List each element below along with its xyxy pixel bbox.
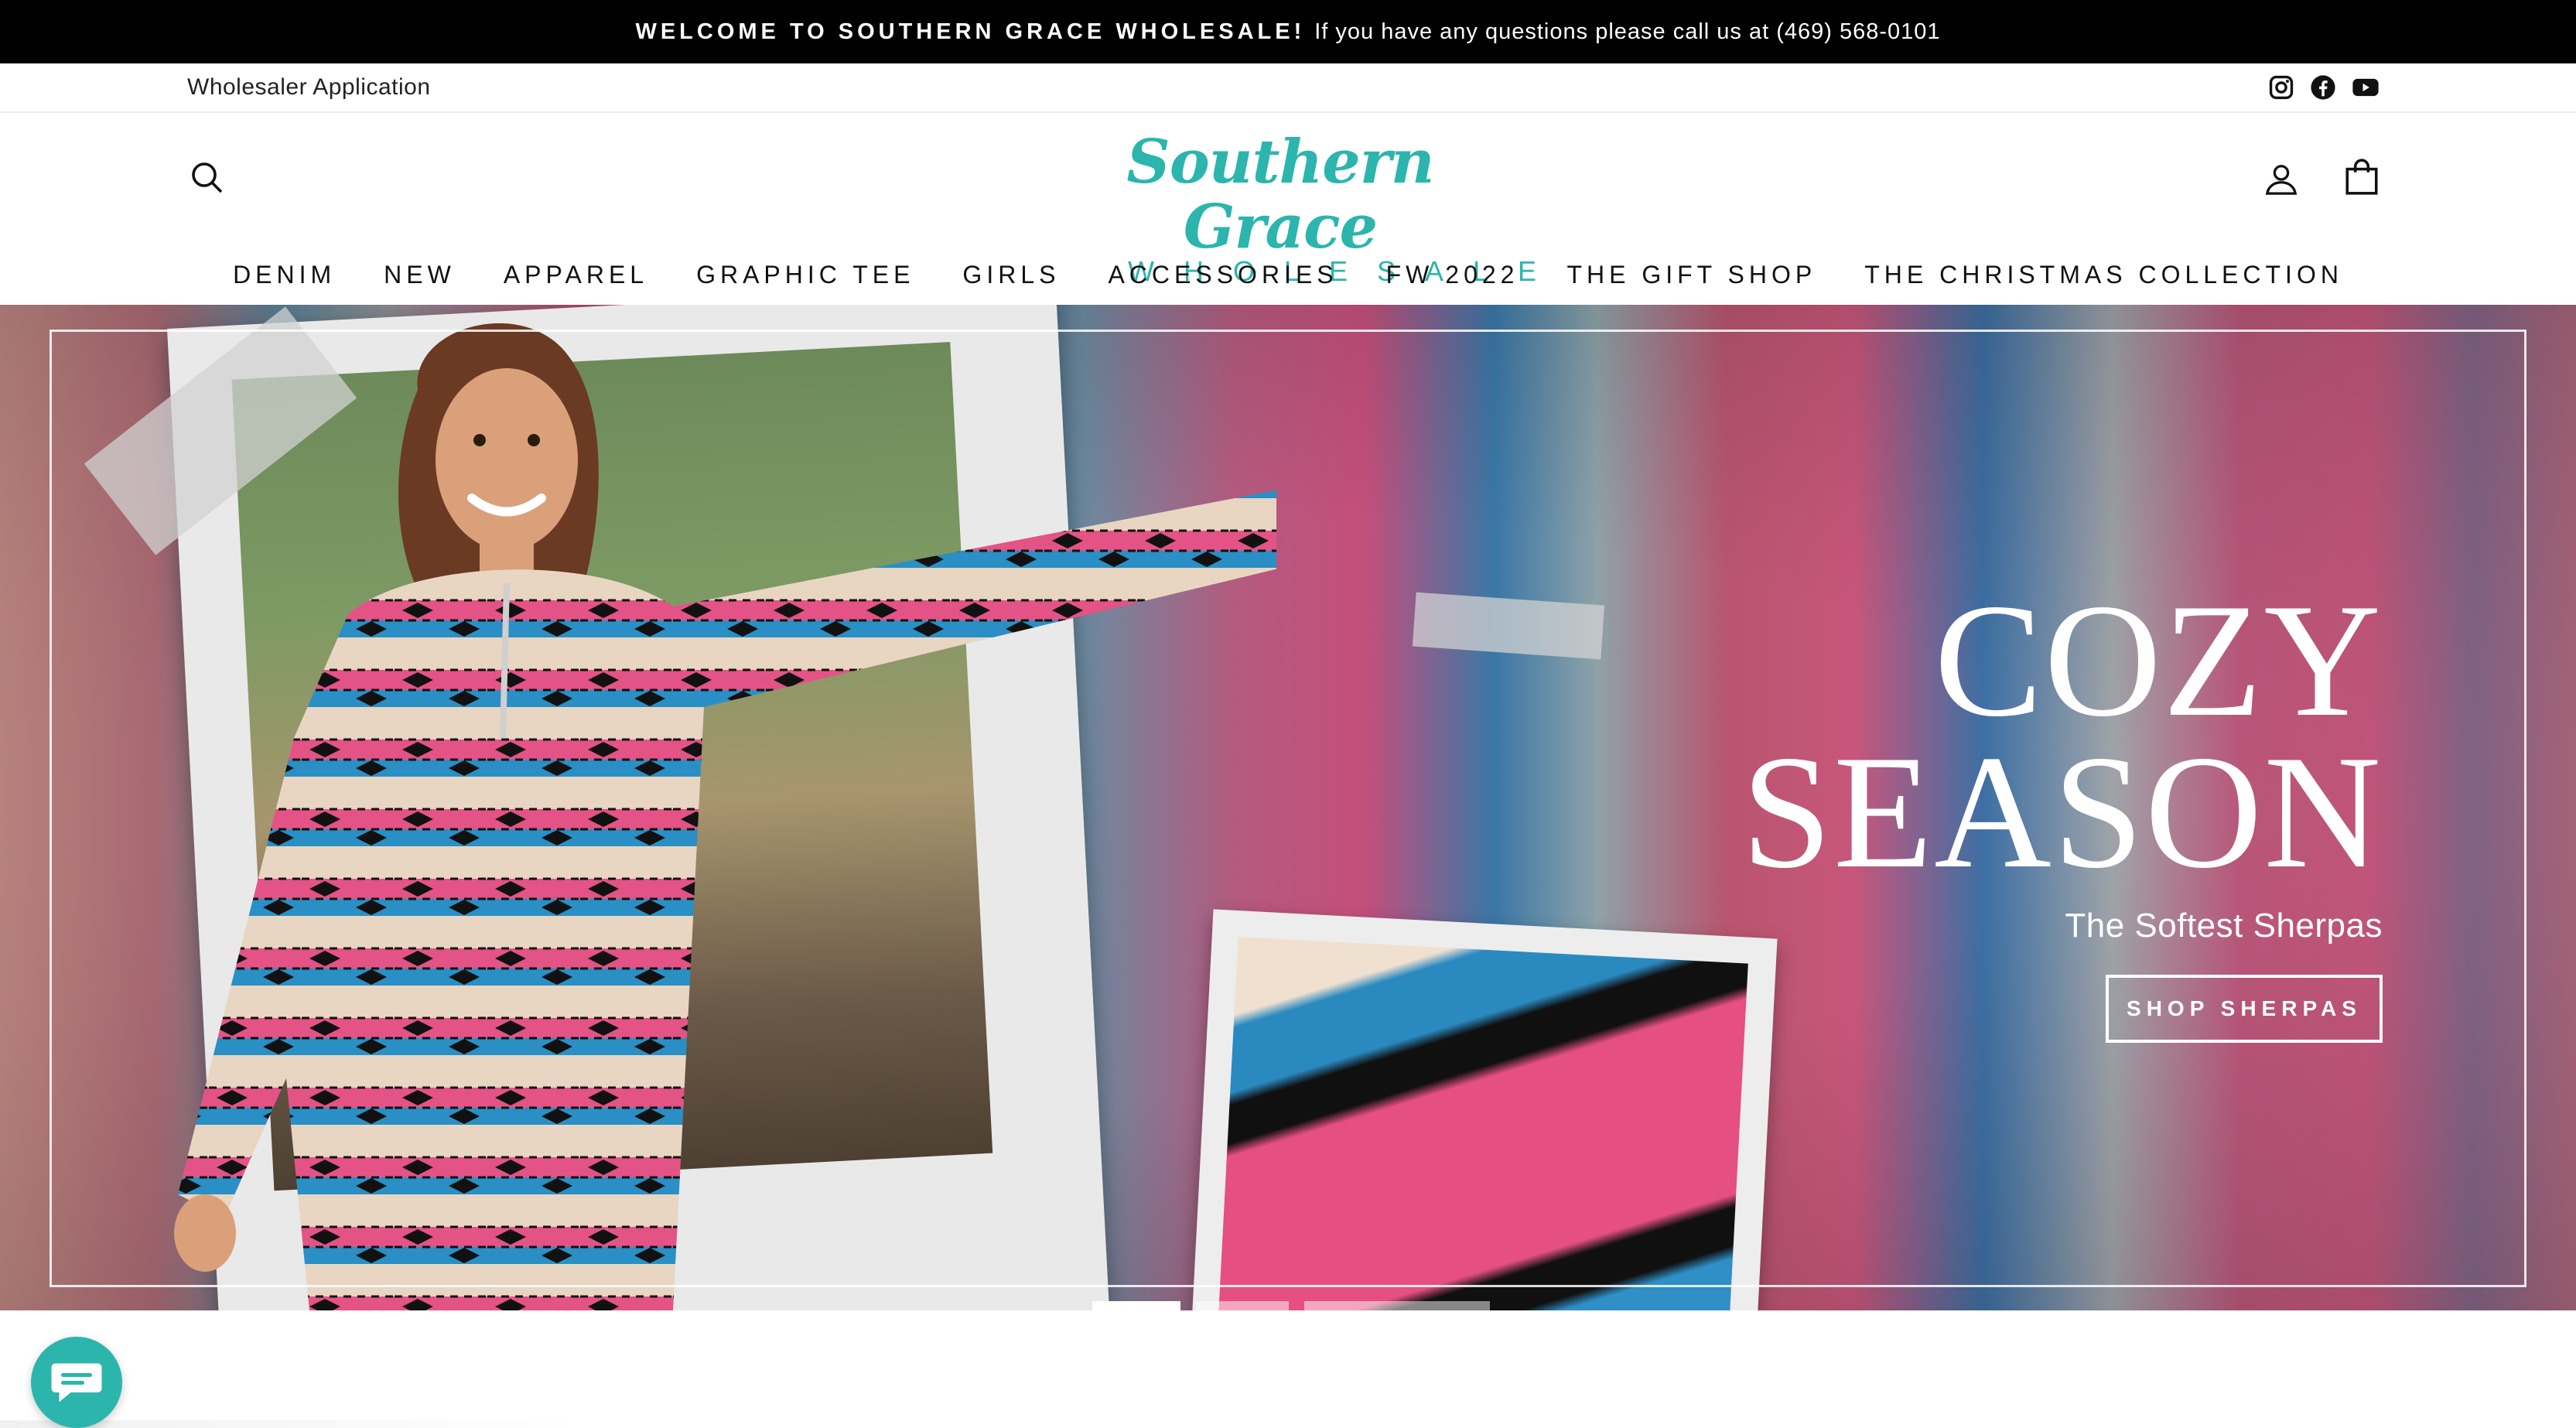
- chat-widget-button[interactable]: [31, 1337, 122, 1428]
- instagram-icon[interactable]: [2268, 74, 2294, 101]
- main-nav: DENIM NEW APPAREL GRAPHIC TEE GIRLS ACCE…: [0, 244, 2576, 305]
- search-icon[interactable]: [189, 159, 226, 196]
- utility-bar: Wholesaler Application: [0, 63, 2576, 113]
- social-links: [2268, 74, 2380, 101]
- slider-dots: [1092, 1301, 1490, 1310]
- site-header: Southern Grace WHOLESALE: [0, 113, 2576, 287]
- announcement-bold: WELCOME TO SOUTHERN GRACE WHOLESALE!: [635, 19, 1306, 44]
- slider-dot-2[interactable]: [1196, 1301, 1289, 1310]
- hero-title-line2: SEASON: [1741, 723, 2383, 902]
- nav-item-christmas-collection[interactable]: THE CHRISTMAS COLLECTION: [1840, 261, 2367, 289]
- nav-item-denim[interactable]: DENIM: [209, 261, 360, 289]
- chat-bubble-icon: [50, 1357, 104, 1409]
- youtube-icon[interactable]: [2352, 74, 2380, 101]
- hero-subtitle: The Softest Sherpas: [2065, 907, 2383, 945]
- wholesaler-application-link[interactable]: Wholesaler Application: [187, 74, 431, 101]
- nav-item-apparel[interactable]: APPAREL: [480, 261, 672, 289]
- nav-item-graphic-tee[interactable]: GRAPHIC TEE: [672, 261, 938, 289]
- slider-dot-1[interactable]: [1092, 1301, 1180, 1310]
- hero-title-line1: COZY: [1934, 571, 2383, 750]
- slider-dot-3[interactable]: [1304, 1301, 1490, 1310]
- announcement-bar: WELCOME TO SOUTHERN GRACE WHOLESALE! If …: [0, 0, 2576, 63]
- logo-script: Southern Grace: [1126, 127, 1434, 262]
- facebook-icon[interactable]: [2310, 74, 2336, 101]
- hero-text-block: COZY SEASON The Softest Sherpas SHOP SHE…: [1741, 571, 2383, 1043]
- hero-banner[interactable]: COZY SEASON The Softest Sherpas SHOP SHE…: [0, 305, 2576, 1310]
- nav-item-fw-2022[interactable]: FW 2022: [1362, 261, 1543, 289]
- nav-item-girls[interactable]: GIRLS: [938, 261, 1084, 289]
- announcement-text: If you have any questions please call us…: [1314, 19, 1941, 44]
- nav-item-gift-shop[interactable]: THE GIFT SHOP: [1543, 261, 1840, 289]
- nav-item-new[interactable]: NEW: [360, 261, 480, 289]
- shop-sherpas-button[interactable]: SHOP SHERPAS: [2106, 975, 2383, 1043]
- account-icon[interactable]: [2263, 161, 2299, 196]
- nav-item-accessories[interactable]: ACCESSORIES: [1084, 261, 1361, 289]
- cart-icon[interactable]: [2344, 158, 2380, 196]
